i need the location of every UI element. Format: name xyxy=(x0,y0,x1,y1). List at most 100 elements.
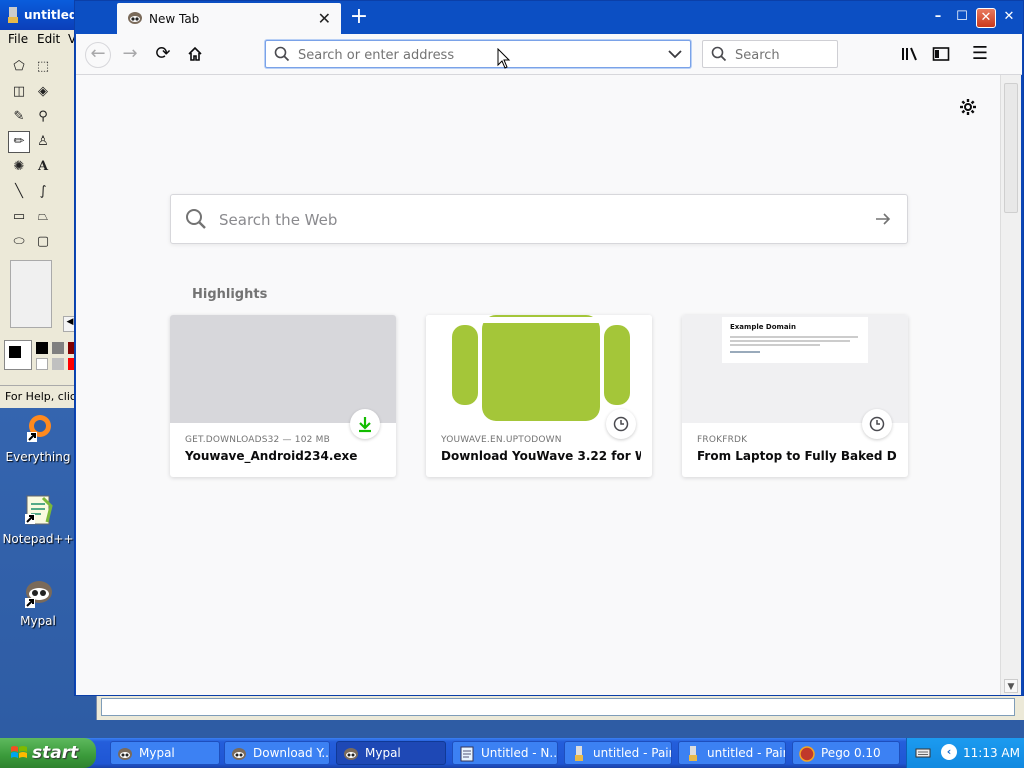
search-input[interactable] xyxy=(733,45,835,65)
sidebar-button[interactable] xyxy=(928,42,954,66)
menu-edit[interactable]: Edit xyxy=(37,32,60,46)
taskbar-item-label: Pego 0.10 xyxy=(821,746,881,760)
search-bar[interactable] xyxy=(702,40,838,68)
android-icon xyxy=(452,315,630,421)
menu-button[interactable]: ☰ xyxy=(967,42,993,66)
windows-logo-icon xyxy=(11,746,27,758)
color-swatch[interactable] xyxy=(36,358,48,370)
desktop-icon-label: Everything xyxy=(5,450,71,464)
search-icon xyxy=(274,46,290,62)
paint-menubar: File Edit V xyxy=(0,30,78,48)
outer-close-button[interactable]: ✕ xyxy=(999,8,1019,28)
library-icon xyxy=(902,47,917,61)
tab-bar: New Tab ✕ + – ☐ ✕ ✕ xyxy=(75,1,1023,34)
nav-toolbar: ← → ⟳ ☰ xyxy=(76,34,1022,75)
vertical-scrollbar[interactable]: ▼ xyxy=(1000,75,1021,695)
preview-heading: Example Domain xyxy=(730,323,796,331)
menu-file[interactable]: File xyxy=(8,32,28,46)
mypal-icon xyxy=(21,576,55,610)
chevron-left-icon[interactable]: ‹ xyxy=(941,744,957,760)
color-swatch[interactable] xyxy=(52,358,64,370)
url-bar[interactable] xyxy=(265,40,691,68)
polygon-icon[interactable]: ⏢ xyxy=(32,206,54,228)
notepad-icon xyxy=(459,746,475,762)
example-domain-preview: Example Domain xyxy=(722,317,868,363)
taskbar-item-paint-2[interactable]: untitled - Paint xyxy=(678,741,786,765)
back-arrow-icon: ← xyxy=(90,43,106,64)
taskbar-item-label: Untitled - N... xyxy=(481,746,558,760)
taskbar-item-download[interactable]: Download Y... xyxy=(224,741,330,765)
ellipse-icon[interactable]: ⬭ xyxy=(8,231,30,253)
eraser-icon[interactable]: ◫ xyxy=(8,81,30,103)
search-icon xyxy=(711,46,727,62)
minimize-button[interactable]: – xyxy=(928,8,948,28)
home-button[interactable] xyxy=(182,42,208,66)
mypal-icon xyxy=(343,746,359,762)
tab-new-tab[interactable]: New Tab ✕ xyxy=(117,3,341,34)
close-window-button[interactable]: ✕ xyxy=(976,8,996,28)
taskbar: start Mypal Download Y... Mypal Untitled… xyxy=(0,738,1024,768)
taskbar-item-notepad[interactable]: Untitled - N... xyxy=(452,741,558,765)
status-text: For Help, click xyxy=(5,390,78,403)
browser-window: New Tab ✕ + – ☐ ✕ ✕ ← → ⟳ ☰ xyxy=(74,0,1024,696)
card-title: From Laptop to Fully Baked Des... xyxy=(697,449,897,463)
back-button[interactable]: ← xyxy=(85,42,111,68)
start-label: start xyxy=(32,743,79,763)
card-title: Download YouWave 3.22 for Wi... xyxy=(441,449,641,463)
airbrush-icon[interactable]: ✺ xyxy=(8,156,30,178)
taskbar-item-mypal-active[interactable]: Mypal xyxy=(336,741,446,765)
sidebar-icon xyxy=(932,47,950,61)
current-colors xyxy=(4,340,32,370)
close-tab-icon[interactable]: ✕ xyxy=(318,9,331,28)
home-icon xyxy=(188,46,202,61)
scrollbar-thumb[interactable] xyxy=(1004,83,1018,213)
brush-icon[interactable]: ♙ xyxy=(32,131,54,153)
gear-icon[interactable] xyxy=(958,97,978,117)
color-swatch[interactable] xyxy=(36,342,48,354)
color-picker-icon[interactable]: ✎ xyxy=(8,106,30,128)
curve-icon[interactable]: ∫ xyxy=(32,181,54,203)
library-button[interactable] xyxy=(897,42,923,66)
rectangle-icon[interactable]: ▭ xyxy=(8,206,30,228)
chevron-down-icon[interactable] xyxy=(666,44,684,64)
highlight-card[interactable]: YOUWAVE.EN.UPTODOWN Download YouWave 3.2… xyxy=(426,315,652,477)
card-thumbnail xyxy=(426,315,652,423)
background-window-field xyxy=(101,698,1015,716)
highlight-card[interactable]: Example Domain FROKFRDK From Laptop to F… xyxy=(682,315,908,477)
maximize-button[interactable]: ☐ xyxy=(952,8,972,28)
plus-icon: + xyxy=(349,4,369,29)
paint-icon xyxy=(685,746,701,762)
reload-button[interactable]: ⟳ xyxy=(150,42,176,66)
paint-statusbar: For Help, click xyxy=(0,385,78,408)
line-icon[interactable]: ╲ xyxy=(8,181,30,203)
pencil-icon[interactable]: ✏ xyxy=(8,131,30,153)
taskbar-item-pego[interactable]: Pego 0.10 xyxy=(792,741,900,765)
free-select-icon[interactable]: ⬠ xyxy=(8,56,30,78)
rounded-rect-icon[interactable]: ▢ xyxy=(32,231,54,253)
rect-select-icon[interactable]: ⬚ xyxy=(32,56,54,78)
magnifier-icon[interactable]: ⚲ xyxy=(32,106,54,128)
taskbar-item-paint[interactable]: untitled - Paint xyxy=(564,741,672,765)
desktop-icon-mypal[interactable]: Mypal xyxy=(0,576,76,628)
color-swatch[interactable] xyxy=(52,342,64,354)
highlight-card[interactable]: GET.DOWNLOADS32 — 102 MB Youwave_Android… xyxy=(170,315,396,477)
highlights-heading: Highlights xyxy=(192,287,268,302)
paint-titlebar[interactable]: untitled - xyxy=(0,0,87,30)
text-icon[interactable]: A xyxy=(32,156,54,178)
taskbar-item-mypal[interactable]: Mypal xyxy=(110,741,220,765)
url-input[interactable] xyxy=(296,45,660,65)
web-search-box[interactable] xyxy=(170,194,908,244)
tool-options[interactable] xyxy=(10,260,52,328)
scroll-down-icon[interactable]: ▼ xyxy=(1004,679,1018,693)
pego-icon xyxy=(799,746,815,762)
arrow-right-icon[interactable] xyxy=(873,209,893,229)
web-search-input[interactable] xyxy=(217,209,821,231)
forward-button[interactable]: → xyxy=(117,42,143,66)
desktop-icon-notepadpp[interactable]: Notepad++ xyxy=(0,494,76,546)
fill-icon[interactable]: ◈ xyxy=(32,81,54,103)
desktop-icon-everything[interactable]: Everything xyxy=(0,412,76,464)
start-button[interactable]: start xyxy=(0,738,96,768)
keyboard-icon[interactable] xyxy=(915,746,931,760)
card-thumbnail xyxy=(170,315,396,423)
new-tab-button[interactable]: + xyxy=(347,5,371,29)
